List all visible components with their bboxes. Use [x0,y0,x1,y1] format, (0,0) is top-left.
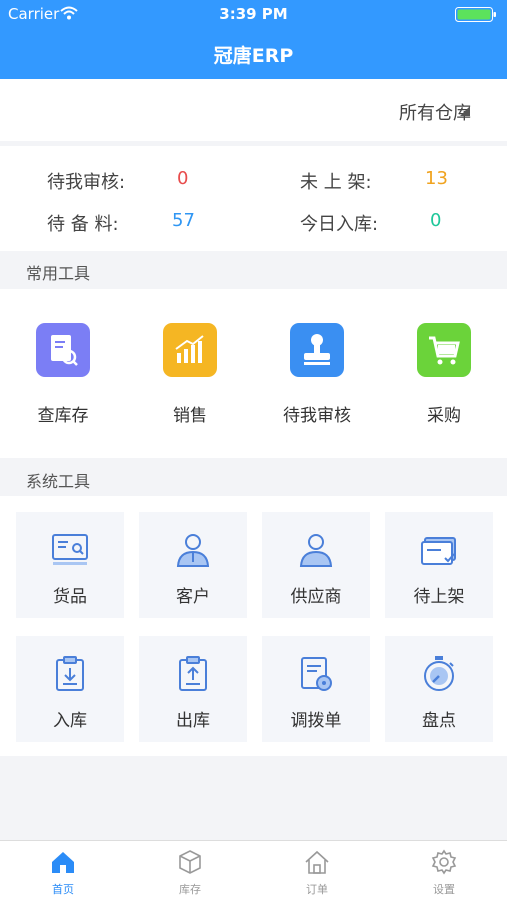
tool-label: 待我审核 [283,406,351,426]
tab-bar: 首页 库存 订单 设置 [0,840,507,900]
stamp-icon [290,323,344,377]
tool-transfer-order[interactable]: 调拨单 [262,636,370,742]
supplier-icon [299,534,333,567]
tool-label: 盘点 [422,711,456,731]
page-title: 冠唐ERP [213,45,294,67]
dropdown-triangle-icon [460,106,470,116]
tool-outbound[interactable]: 出库 [139,636,247,742]
stat-value: 13 [425,168,448,189]
cart-icon [417,323,471,377]
stat-value: 0 [430,210,442,231]
pending-shelf-icon [421,537,456,565]
tab-label: 订单 [306,883,328,896]
tool-purchase[interactable]: 采购 [381,289,507,458]
tool-pending-review[interactable]: 待我审核 [254,289,380,458]
tool-label: 采购 [427,406,461,426]
tab-label: 首页 [52,883,74,896]
system-tools: 货品 客户 供应商 待上架 入库 出库 调拨单 盘点 [0,496,507,756]
tab-orders[interactable]: 订单 [254,841,380,900]
order-icon [305,850,329,874]
tool-label: 供应商 [290,587,342,607]
tool-supplier[interactable]: 供应商 [262,512,370,618]
tool-goods[interactable]: 货品 [16,512,124,618]
tool-pending-shelf[interactable]: 待上架 [385,512,493,618]
transfer-order-icon [301,657,332,691]
stat-value: 57 [172,210,195,231]
stats-panel: 待我审核: 0 未 上 架: 13 待 备 料: 57 今日入库: 0 [0,146,507,251]
tab-label: 库存 [179,883,201,896]
tool-label: 货品 [53,587,87,607]
top-bar: Carrier 3:39 PM 冠唐ERP [0,0,507,79]
tool-sales[interactable]: 销售 [127,289,253,458]
tool-label: 调拨单 [290,711,342,731]
tab-settings[interactable]: 设置 [381,841,507,900]
battery-icon [455,7,496,22]
tool-label: 待上架 [413,587,465,607]
stat-label: 未 上 架: [300,172,372,193]
warehouse-bar: 所有仓库 [0,79,507,141]
stat-label: 今日入库: [300,214,379,235]
common-tools: 查库存 销售 待我审核 采购 [0,289,507,458]
tool-label: 客户 [176,587,210,607]
tool-label: 销售 [173,406,207,426]
sales-chart-icon [163,323,217,377]
tool-inventory-search[interactable]: 查库存 [0,289,126,458]
stat-label: 待 备 料: [47,214,119,235]
section-title-common: 常用工具 [26,264,91,283]
outbound-icon [179,656,207,691]
status-bar: Carrier 3:39 PM [0,0,507,28]
inventory-search-icon [36,323,90,377]
tool-stocktake[interactable]: 盘点 [385,636,493,742]
stat-value: 0 [177,168,189,189]
goods-icon [52,534,88,565]
customer-icon [176,534,210,567]
status-time: 3:39 PM [219,5,288,23]
stocktake-icon [424,656,454,691]
stat-label: 待我审核: [47,172,126,193]
section-title-system: 系统工具 [26,472,91,491]
tool-label: 出库 [176,711,210,731]
tab-label: 设置 [433,883,455,896]
home-icon [52,852,74,873]
box-icon [179,850,201,874]
tab-home[interactable]: 首页 [0,841,126,900]
tool-label: 查库存 [37,406,89,426]
tool-inbound[interactable]: 入库 [16,636,124,742]
inbound-icon [56,656,84,691]
tool-label: 入库 [53,711,87,731]
tool-customer[interactable]: 客户 [139,512,247,618]
tab-inventory[interactable]: 库存 [127,841,253,900]
gear-icon [431,849,457,875]
